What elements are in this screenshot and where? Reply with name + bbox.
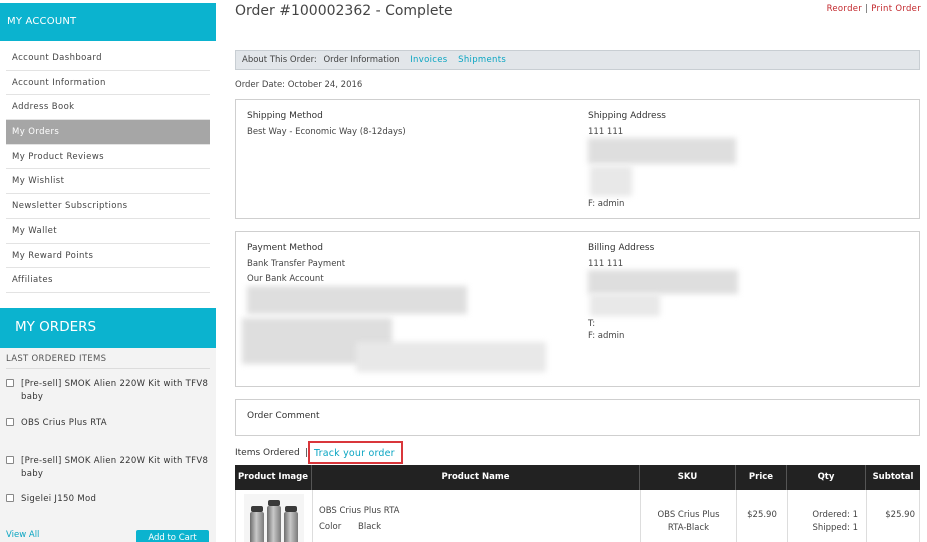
sidebar-item-reward-points[interactable]: My Reward Points — [6, 244, 210, 269]
item-name[interactable]: [Pre-sell] SMOK Alien 220W Kit with TFV8… — [21, 455, 211, 481]
list-item: [Pre-sell] SMOK Alien 220W Kit with TFV8… — [6, 378, 211, 404]
billing-address-fax: F: admin — [588, 331, 625, 341]
redacted-bank-details — [247, 286, 467, 314]
redacted-address — [590, 294, 660, 316]
shipping-address-name: 111 111 — [588, 127, 624, 137]
tab-shipments[interactable]: Shipments — [458, 55, 506, 65]
last-ordered-panel: LAST ORDERED ITEMS [Pre-sell] SMOK Alien… — [0, 348, 216, 542]
page-title: Order #100002362 - Complete — [235, 3, 453, 19]
items-table-header: Product Image Product Name SKU Price Qty… — [235, 465, 920, 490]
sidebar-item-wishlist[interactable]: My Wishlist — [6, 169, 210, 195]
redacted-address — [590, 166, 632, 196]
my-account-header: MY ACCOUNT — [0, 3, 216, 41]
product-option-label: Color — [319, 522, 342, 532]
shipping-address-fax: F: admin — [588, 199, 625, 209]
billing-address-title: Billing Address — [588, 243, 655, 253]
payment-box: Payment Method Bank Transfer Payment Our… — [235, 231, 920, 387]
tab-order-information[interactable]: Order Information — [323, 55, 399, 65]
list-item: [Pre-sell] SMOK Alien 220W Kit with TFV8… — [6, 455, 211, 481]
item-name[interactable]: Sigelei J150 Mod — [21, 493, 211, 506]
col-price: Price — [748, 472, 774, 482]
sidebar-item-newsletter[interactable]: Newsletter Subscriptions — [6, 194, 210, 219]
item-name[interactable]: OBS Crius Plus RTA — [21, 417, 211, 430]
last-ordered-title: LAST ORDERED ITEMS — [6, 354, 107, 364]
col-qty: Qty — [817, 472, 835, 482]
reorder-link[interactable]: Reorder — [827, 4, 863, 14]
order-comment-box: Order Comment — [235, 399, 920, 436]
shipping-method-value: Best Way - Economic Way (8-12days) — [247, 127, 406, 137]
item-checkbox[interactable] — [6, 456, 14, 464]
redacted-address — [588, 270, 738, 294]
col-product-name: Product Name — [441, 472, 510, 482]
tab-invoices[interactable]: Invoices — [410, 55, 447, 65]
item-checkbox[interactable] — [6, 418, 14, 426]
sidebar-item-account-information[interactable]: Account Information — [6, 71, 210, 96]
list-item: OBS Crius Plus RTA — [6, 417, 211, 430]
order-tabs-bar: About This Order: Order Information Invo… — [235, 50, 920, 70]
items-ordered-label: Items Ordered — [235, 448, 300, 458]
account-sidebar: MY ACCOUNT Account Dashboard Account Inf… — [0, 0, 216, 542]
qty-shipped: Shipped: 1 — [812, 523, 858, 533]
track-order-link[interactable]: Track your order — [308, 441, 403, 464]
col-subtotal: Subtotal — [872, 472, 914, 482]
sidebar-item-affiliates[interactable]: Affiliates — [6, 268, 210, 293]
product-subtotal: $25.90 — [885, 510, 915, 520]
col-product-image: Product Image — [237, 472, 309, 482]
payment-method-line1: Bank Transfer Payment — [247, 259, 346, 269]
sku-line: OBS Crius Plus — [657, 510, 720, 520]
order-actions: Reorder | Print Order — [827, 4, 921, 14]
view-all-link[interactable]: View All — [6, 530, 39, 540]
sidebar-item-my-orders[interactable]: My Orders — [6, 120, 210, 145]
col-sku: SKU — [677, 472, 698, 482]
item-checkbox[interactable] — [6, 379, 14, 387]
product-image[interactable] — [244, 494, 304, 542]
payment-method-title: Payment Method — [247, 243, 324, 253]
redacted-bank-details — [356, 342, 546, 372]
redacted-address — [588, 138, 736, 164]
table-row: OBS Crius Plus RTA Color Black OBS Crius… — [235, 490, 920, 542]
product-qty: Ordered: 1 Shipped: 1 — [788, 510, 866, 533]
account-nav: Account Dashboard Account Information Ad… — [6, 46, 210, 293]
product-sku: OBS Crius Plus RTA-Black — [641, 510, 736, 533]
item-name[interactable]: [Pre-sell] SMOK Alien 220W Kit with TFV8… — [21, 378, 211, 404]
about-label: About This Order: — [242, 55, 317, 65]
billing-address-tel: T: — [588, 319, 596, 329]
product-price: $25.90 — [747, 510, 777, 520]
product-option-value: Black — [358, 522, 381, 532]
sidebar-item-wallet[interactable]: My Wallet — [6, 219, 210, 244]
qty-ordered: Ordered: 1 — [812, 510, 858, 520]
product-name: OBS Crius Plus RTA — [319, 506, 400, 516]
separator: | — [865, 4, 869, 14]
list-item: Sigelei J150 Mod — [6, 493, 211, 506]
shipping-address-title: Shipping Address — [588, 111, 666, 121]
divider — [6, 368, 210, 369]
item-checkbox[interactable] — [6, 494, 14, 502]
order-comment-title: Order Comment — [247, 411, 320, 421]
order-date: Order Date: October 24, 2016 — [235, 80, 363, 90]
add-to-cart-button[interactable]: Add to Cart — [136, 530, 209, 542]
sidebar-item-product-reviews[interactable]: My Product Reviews — [6, 145, 210, 170]
sidebar-item-address-book[interactable]: Address Book — [6, 95, 210, 121]
shipping-method-title: Shipping Method — [247, 111, 323, 121]
payment-method-line2: Our Bank Account — [247, 274, 324, 284]
shipping-box: Shipping Method Best Way - Economic Way … — [235, 99, 920, 219]
sku-line: RTA-Black — [667, 523, 710, 533]
billing-address-name: 111 111 — [588, 259, 624, 269]
print-order-link[interactable]: Print Order — [871, 4, 921, 14]
my-orders-header: MY ORDERS — [0, 308, 216, 348]
sidebar-item-account-dashboard[interactable]: Account Dashboard — [6, 46, 210, 71]
